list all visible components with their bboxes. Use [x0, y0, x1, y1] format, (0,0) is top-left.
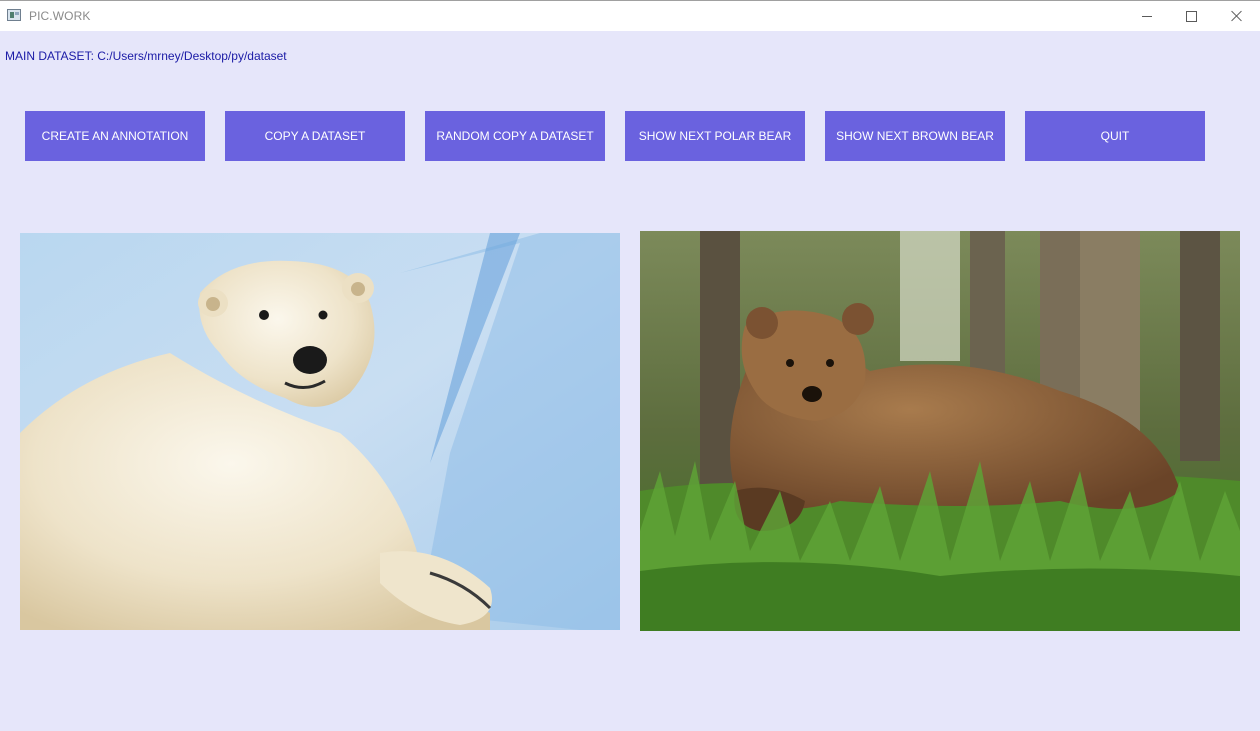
maximize-button[interactable]	[1169, 1, 1214, 31]
minimize-button[interactable]	[1124, 1, 1169, 31]
copy-dataset-button[interactable]: COPY A DATASET	[225, 111, 405, 161]
brown-bear-image	[640, 231, 1240, 631]
close-icon	[1231, 10, 1243, 22]
title-bar: PIC.WORK	[0, 0, 1260, 31]
window-title: PIC.WORK	[29, 9, 91, 23]
close-button[interactable]	[1214, 1, 1259, 31]
quit-button[interactable]: QUIT	[1025, 111, 1205, 161]
create-annotation-button[interactable]: CREATE AN ANNOTATION	[25, 111, 205, 161]
polar-bear-image	[20, 233, 620, 630]
minimize-icon	[1141, 15, 1152, 17]
dataset-path-label: MAIN DATASET: C:/Users/mrney/Desktop/py/…	[5, 49, 287, 63]
maximize-icon	[1186, 10, 1197, 22]
app-icon	[7, 9, 21, 21]
random-copy-dataset-button[interactable]: RANDOM COPY A DATASET	[425, 111, 605, 161]
show-next-brown-bear-button[interactable]: SHOW NEXT BROWN BEAR	[825, 111, 1005, 161]
show-next-polar-bear-button[interactable]: SHOW NEXT POLAR BEAR	[625, 111, 805, 161]
